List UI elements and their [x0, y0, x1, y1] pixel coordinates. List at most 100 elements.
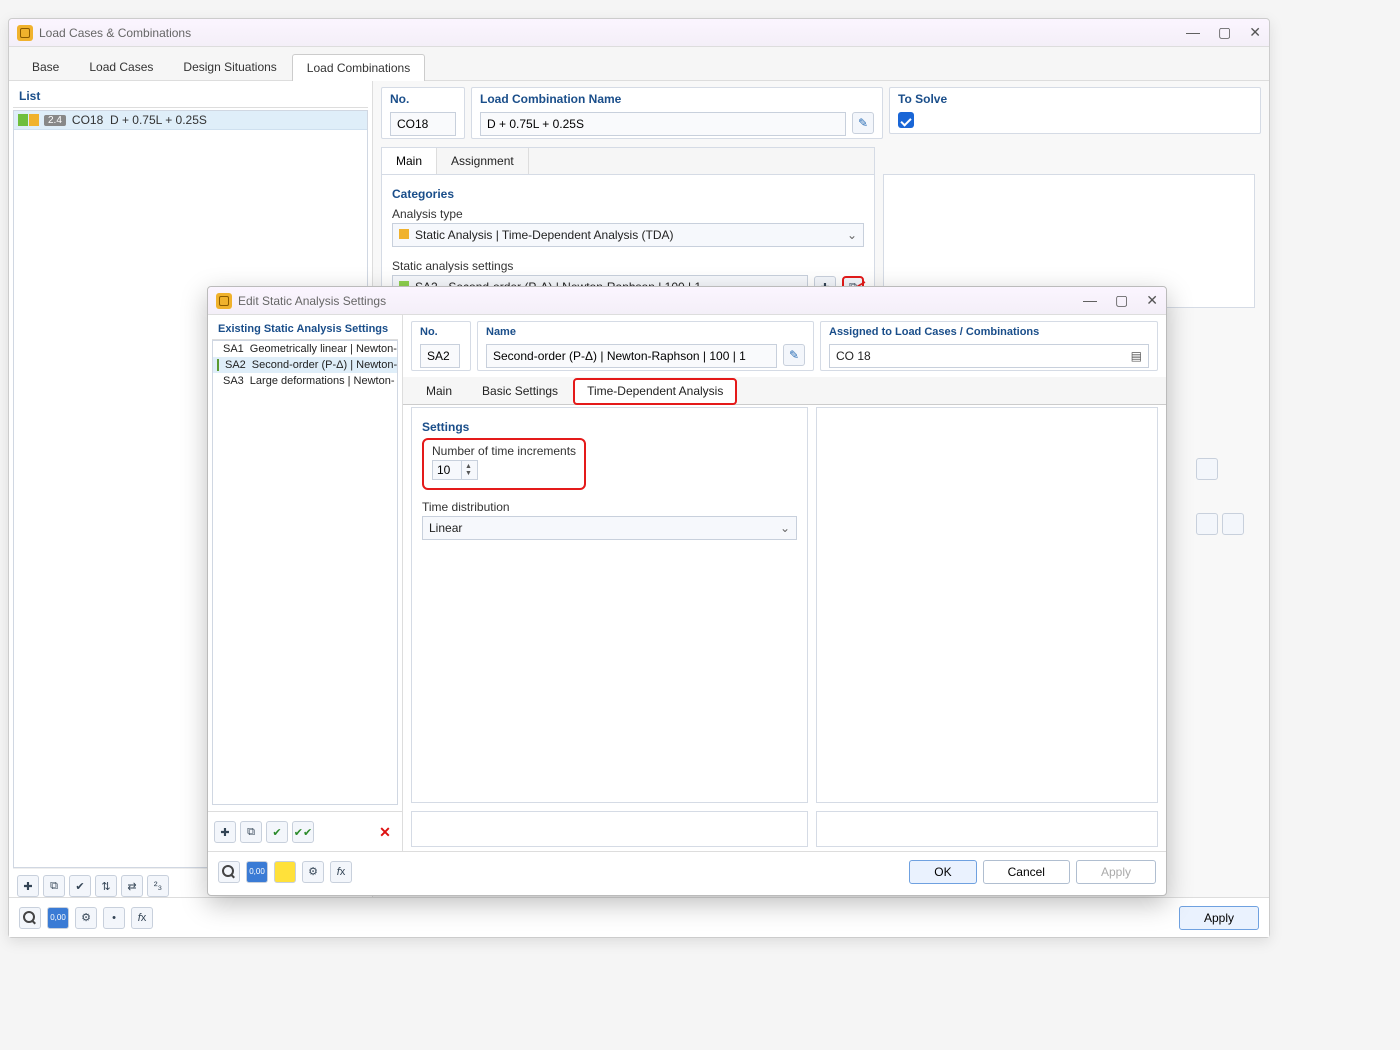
- inner-name-label: Name: [478, 322, 813, 342]
- inner-edit-name-icon[interactable]: ✎: [783, 344, 805, 366]
- inner-tree-icon[interactable]: ⚙: [302, 861, 324, 883]
- sa-list[interactable]: SA1Geometrically linear | Newton- SA2Sec…: [212, 340, 398, 805]
- inner-apply-button[interactable]: Apply: [1076, 860, 1156, 884]
- existing-sas-header: Existing Static Analysis Settings: [212, 319, 398, 340]
- app-icon: [17, 25, 33, 41]
- sa-delete-icon[interactable]: ✕: [374, 821, 396, 843]
- name-field-block: Load Combination Name ✎: [471, 87, 883, 139]
- aux-icon-1[interactable]: [1196, 458, 1218, 480]
- close-icon[interactable]: ✕: [1249, 24, 1261, 41]
- inner-side-panel: [816, 407, 1158, 803]
- name-label: Load Combination Name: [472, 88, 882, 110]
- spinner-up-icon[interactable]: ▲: [465, 463, 472, 470]
- timedist-label: Time distribution: [422, 500, 797, 514]
- cancel-button[interactable]: Cancel: [983, 860, 1070, 884]
- list-item[interactable]: 2.4 CO18 D + 0.75L + 0.25S: [14, 111, 367, 130]
- timedist-select[interactable]: Linear⌄: [422, 516, 797, 540]
- units-icon[interactable]: 0,00: [47, 907, 69, 929]
- search-icon[interactable]: [19, 907, 41, 929]
- outer-title-bar: Load Cases & Combinations — ▢ ✕: [9, 19, 1269, 47]
- sa-row-3[interactable]: SA3Large deformations | Newton-: [213, 373, 397, 389]
- close-icon[interactable]: ✕: [1146, 292, 1158, 309]
- copy-icon[interactable]: ⧉: [43, 875, 65, 897]
- inner-fx-icon[interactable]: fx: [330, 861, 352, 883]
- inner-no-label: No.: [412, 322, 470, 342]
- inner-title-bar: Edit Static Analysis Settings — ▢ ✕: [208, 287, 1166, 315]
- analysis-type-select[interactable]: Static Analysis | Time-Dependent Analysi…: [392, 223, 864, 247]
- solve-checkbox[interactable]: [898, 112, 914, 128]
- subtab-main[interactable]: Main: [382, 148, 437, 174]
- settings-panel: Settings Number of time increments ▲▼ Ti…: [411, 407, 808, 803]
- inner-name-input[interactable]: [486, 344, 777, 368]
- window-title: Load Cases & Combinations: [39, 26, 191, 40]
- maximize-icon[interactable]: ▢: [1218, 24, 1231, 41]
- inner-units-icon[interactable]: 0,00: [246, 861, 268, 883]
- inner-window-title: Edit Static Analysis Settings: [238, 294, 386, 308]
- tab-load-combinations[interactable]: Load Combinations: [292, 54, 425, 81]
- aux-icon-2[interactable]: [1196, 513, 1218, 535]
- edit-name-icon[interactable]: ✎: [852, 112, 874, 134]
- tab-load-cases[interactable]: Load Cases: [74, 53, 168, 80]
- inner-tabs: Main Basic Settings Time-Dependent Analy…: [403, 377, 1166, 405]
- inner-comment-main[interactable]: [411, 811, 808, 847]
- no-label: No.: [382, 88, 464, 110]
- ok-button[interactable]: OK: [909, 860, 976, 884]
- app-icon: [216, 293, 232, 309]
- dot-icon[interactable]: •: [103, 907, 125, 929]
- assigned-label: Assigned to Load Cases / Combinations: [821, 322, 1157, 342]
- check-icon[interactable]: ✔: [69, 875, 91, 897]
- minimize-icon[interactable]: —: [1083, 292, 1097, 309]
- assigned-value: CO 18: [836, 349, 871, 363]
- tab-base[interactable]: Base: [17, 53, 74, 80]
- spinner-down-icon[interactable]: ▼: [465, 470, 472, 477]
- sa-copy-icon[interactable]: ⧉: [240, 821, 262, 843]
- tree-icon[interactable]: ⚙: [75, 907, 97, 929]
- no-input[interactable]: [390, 112, 456, 136]
- increments-highlight: Number of time increments ▲▼: [422, 438, 586, 490]
- assigned-field[interactable]: CO 18 ▤: [829, 344, 1149, 368]
- list-name: D + 0.75L + 0.25S: [110, 113, 207, 127]
- inner-tab-basic[interactable]: Basic Settings: [467, 377, 573, 404]
- inner-no-input[interactable]: [420, 344, 460, 368]
- outer-tabs: Base Load Cases Design Situations Load C…: [9, 47, 1269, 81]
- settings-header: Settings: [422, 420, 797, 434]
- new-icon[interactable]: ✚: [17, 875, 39, 897]
- sort-icon[interactable]: ⇅: [95, 875, 117, 897]
- solve-field-block: To Solve: [889, 87, 1261, 134]
- minimize-icon[interactable]: —: [1186, 24, 1200, 41]
- sa-row-2[interactable]: SA2Second-order (P-Δ) | Newton-R: [213, 357, 397, 373]
- increments-input[interactable]: [433, 461, 461, 479]
- increments-spinner[interactable]: ▲▼: [432, 460, 478, 480]
- no-field-block: No.: [381, 87, 465, 139]
- inner-comment-side[interactable]: [816, 811, 1158, 847]
- name-input[interactable]: [480, 112, 846, 136]
- inner-tab-main[interactable]: Main: [411, 377, 467, 404]
- increments-label: Number of time increments: [432, 444, 576, 458]
- sa-checkall-icon[interactable]: ✔✔: [292, 821, 314, 843]
- analysis-type-label: Analysis type: [392, 207, 864, 221]
- aux-icon-3[interactable]: [1222, 513, 1244, 535]
- maximize-icon[interactable]: ▢: [1115, 292, 1128, 309]
- inner-search-icon[interactable]: [218, 861, 240, 883]
- inner-bottom-bar: 0,00 ⚙ fx OK Cancel Apply: [208, 851, 1166, 891]
- sa-new-icon[interactable]: ✚: [214, 821, 236, 843]
- categories-header: Categories: [392, 187, 864, 201]
- assigned-list-icon[interactable]: ▤: [1131, 349, 1142, 363]
- list-header: List: [13, 85, 368, 108]
- sa-row-1[interactable]: SA1Geometrically linear | Newton-: [213, 341, 397, 357]
- outer-apply-button[interactable]: Apply: [1179, 906, 1259, 930]
- number-icon[interactable]: ²₃: [147, 875, 169, 897]
- subtab-assignment[interactable]: Assignment: [437, 148, 529, 174]
- fx-icon[interactable]: fx: [131, 907, 153, 929]
- inner-color-icon[interactable]: [274, 861, 296, 883]
- inner-tab-tda[interactable]: Time-Dependent Analysis: [573, 378, 737, 405]
- list-badge: 2.4: [44, 115, 66, 126]
- outer-bottom-bar: 0,00 ⚙ • fx Apply: [9, 897, 1269, 937]
- sas-label: Static analysis settings: [392, 259, 864, 273]
- solve-label: To Solve: [890, 88, 1260, 110]
- edit-sas-dialog: Edit Static Analysis Settings — ▢ ✕ Exis…: [207, 286, 1167, 896]
- tab-design-situations[interactable]: Design Situations: [168, 53, 291, 80]
- swap-icon[interactable]: ⇄: [121, 875, 143, 897]
- inner-left-panel: Existing Static Analysis Settings SA1Geo…: [208, 315, 403, 851]
- sa-check-icon[interactable]: ✔: [266, 821, 288, 843]
